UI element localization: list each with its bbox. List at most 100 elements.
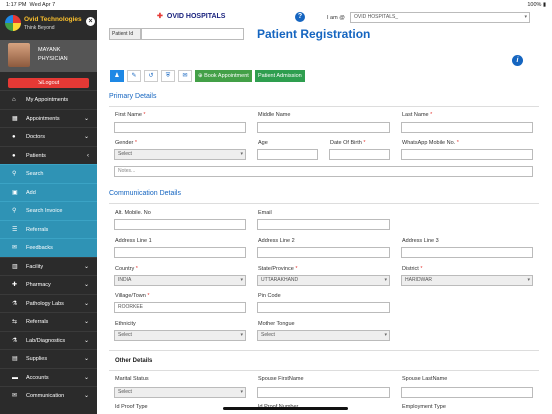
patient-admission-button[interactable]: Patient Admission — [255, 70, 305, 82]
sidebar-item-pathology-labs[interactable]: ⚗ Pathology Labs ⌄ — [0, 293, 97, 313]
address-line-1-input[interactable] — [114, 247, 246, 258]
chevron-down-icon: ⌄ — [83, 263, 89, 270]
alt-mobile-label: Alt. Mobile. No — [115, 210, 151, 216]
pincode-input[interactable] — [257, 302, 390, 313]
section-primary-details: Primary Details — [109, 93, 157, 100]
tab-edit[interactable]: ✎ — [127, 70, 141, 82]
sidebar-item-lab-diagnostics[interactable]: ⚗ Lab/Diagnostics ⌄ — [0, 330, 97, 350]
tab-contact[interactable]: ✉ — [178, 70, 192, 82]
gender-label: Gender * — [115, 140, 138, 146]
page-title: Patient Registration — [257, 27, 371, 41]
logout-button[interactable]: ⇲Logout — [8, 78, 89, 88]
notes-input[interactable]: Notes... — [114, 166, 533, 177]
address-line-3-input[interactable] — [401, 247, 533, 258]
profile-card: MAYANK PHYSICIAN — [0, 40, 97, 72]
dob-input[interactable] — [329, 149, 390, 160]
mother-tongue-select[interactable]: Select — [257, 330, 390, 341]
chevron-down-icon: ⌄ — [83, 374, 89, 381]
chevron-down-icon: ⌄ — [83, 282, 89, 288]
calendar-icon: ▦ — [12, 115, 18, 122]
sidebar-item-referrals-sub[interactable]: ☰ Referrals — [0, 219, 97, 239]
district-select[interactable]: HARIDWAR — [401, 275, 533, 286]
tab-personal[interactable]: ♟ — [110, 70, 124, 82]
sidebar-item-pharmacy[interactable]: ✚ Pharmacy ⌄ — [0, 275, 97, 294]
hospital-logo: ✚ OVID HOSPITALS — [157, 13, 226, 20]
first-name-input[interactable] — [114, 122, 246, 133]
sidebar-item-communication[interactable]: ✉ Communication ⌄ — [0, 386, 97, 405]
email-label: Email — [258, 210, 272, 216]
sidebar-item-my-appointments[interactable]: ⌂ My Appointments — [0, 90, 97, 109]
sidebar-item-add[interactable]: ▣ Add — [0, 182, 97, 202]
state-select[interactable]: UTTARAKHAND — [257, 275, 390, 286]
tab-history[interactable]: ↺ — [144, 70, 158, 82]
sidebar-item-appointments[interactable]: ▦ Appointments ⌄ — [0, 108, 97, 128]
divider — [109, 370, 539, 371]
book-appointment-button[interactable]: ⊕ Book Appointment — [195, 70, 252, 82]
alt-mobile-input[interactable] — [114, 219, 246, 230]
whatsapp-input[interactable] — [401, 149, 533, 160]
search-icon: ⚲ — [12, 171, 17, 177]
money-icon: ▬ — [12, 374, 18, 381]
main-content: ✚ OVID HOSPITALS ? I am @ OVID HOSPITALS_… — [97, 10, 552, 414]
address-line-2-input[interactable] — [257, 247, 390, 258]
email-input[interactable] — [257, 219, 390, 230]
village-input[interactable]: ROORKEE — [114, 302, 246, 313]
user-md-icon: ● — [12, 134, 16, 140]
info-icon[interactable]: i — [512, 55, 523, 66]
sidebar-item-search[interactable]: ⚲ Search — [0, 164, 97, 183]
sidebar-item-patients[interactable]: ● Patients ‹ — [0, 145, 97, 165]
status-time: 1:17 PM Wed Apr 7 — [6, 2, 56, 8]
chat-icon: ✉ — [12, 245, 18, 251]
age-label: Age — [258, 140, 268, 146]
age-input[interactable] — [257, 149, 318, 160]
patients-icon: ● — [12, 152, 16, 159]
sidebar-item-accounts[interactable]: ▬ Accounts ⌄ — [0, 367, 97, 387]
divider — [109, 203, 539, 204]
ethnicity-select[interactable]: Select — [114, 330, 246, 341]
gender-select[interactable]: Select — [114, 149, 246, 160]
pill-icon: ✚ — [12, 282, 18, 288]
sidebar-item-facility[interactable]: ▥ Facility ⌄ — [0, 256, 97, 276]
flask-icon: ⚗ — [12, 300, 18, 307]
marital-status-select[interactable]: Select — [114, 387, 246, 398]
list-icon: ☰ — [12, 226, 18, 233]
shield-icon: ⛨ — [165, 73, 171, 79]
address-line-1-label: Address Line 1 — [115, 238, 152, 244]
id-proof-type-label: Id Proof Type — [115, 404, 148, 410]
spouse-last-name-input[interactable] — [401, 387, 533, 398]
pincode-label: Pin Code — [258, 293, 281, 299]
employment-type-label: Employment Type — [402, 404, 446, 410]
chevron-down-icon: ⌄ — [83, 134, 89, 140]
country-label: Country * — [115, 266, 138, 272]
sidebar-item-supplies[interactable]: ▤ Supplies ⌄ — [0, 349, 97, 368]
sidebar-item-feedbacks[interactable]: ✉ Feedbacks — [0, 238, 97, 257]
middle-name-input[interactable] — [257, 122, 390, 133]
spouse-first-name-input[interactable] — [257, 387, 390, 398]
patient-id-input[interactable] — [141, 28, 244, 40]
state-label: State/Province * — [258, 266, 298, 272]
sidebar-item-referrals[interactable]: ⇆ Referrals ⌄ — [0, 312, 97, 331]
search-icon: ⚲ — [12, 208, 17, 214]
tab-insurance[interactable]: ⛨ — [161, 70, 175, 82]
close-sidebar-icon[interactable]: × — [86, 17, 95, 26]
sidebar-item-doctors[interactable]: ● Doctors ⌄ — [0, 127, 97, 146]
avatar — [8, 43, 30, 67]
whatsapp-label: WhatsApp Mobile No. * — [402, 140, 459, 146]
district-label: District * — [402, 266, 423, 272]
sidebar-item-search-invoice[interactable]: ⚲ Search Invoice — [0, 201, 97, 220]
last-name-input[interactable] — [401, 122, 533, 133]
chevron-down-icon: ⌄ — [83, 300, 89, 307]
chevron-down-icon: ⌄ — [83, 393, 89, 399]
brand: Ovid Technologies Think Beyond × — [5, 14, 95, 34]
facility-select[interactable]: OVID HOSPITALS_ — [350, 12, 530, 23]
lab-icon: ⚗ — [12, 337, 18, 344]
country-select[interactable]: INDIA — [114, 275, 246, 286]
spouse-first-name-label: Spouse FirstName — [258, 376, 304, 382]
home-indicator — [223, 407, 348, 410]
hospital-mark-icon: ✚ — [157, 13, 163, 20]
history-icon: ↺ — [148, 73, 154, 79]
first-name-label: First Name * — [115, 112, 146, 118]
help-icon[interactable]: ? — [295, 12, 305, 22]
divider — [109, 106, 539, 107]
chevron-down-icon: ⌄ — [83, 115, 89, 122]
